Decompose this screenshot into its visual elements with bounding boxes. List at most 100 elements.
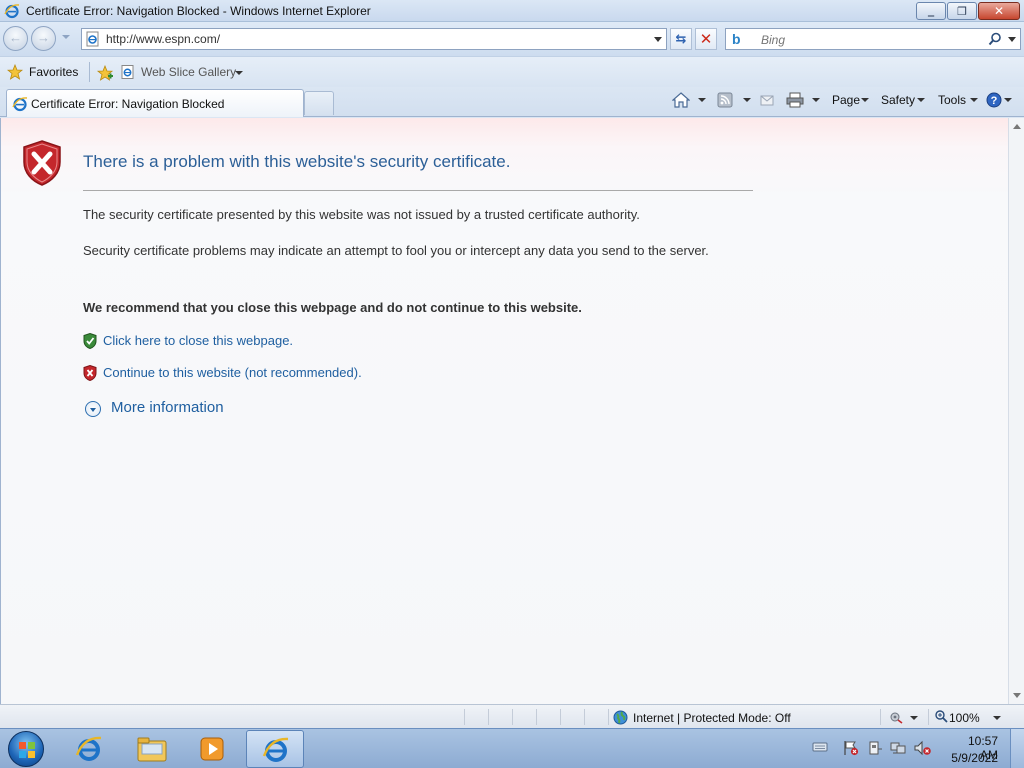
settings-dropdown-icon[interactable] [910,716,918,720]
tools-menu[interactable]: Tools [938,93,966,107]
back-arrow-icon: ← [9,30,22,45]
tools-dropdown-icon[interactable] [970,98,978,102]
favorites-separator [89,62,90,82]
feeds-dropdown-icon[interactable] [743,98,751,102]
web-slice-gallery-link[interactable]: Web Slice Gallery [141,65,236,79]
back-button[interactable]: ← [3,26,28,51]
zoom-icon[interactable] [935,710,948,723]
read-mail-icon[interactable] [759,92,775,108]
address-bar[interactable] [81,28,667,50]
action-center-flag-icon[interactable] [843,740,859,756]
recent-pages-dropdown[interactable] [62,35,70,39]
window-title: Certificate Error: Navigation Blocked - … [26,4,371,18]
refresh-icon: ⇆ [675,31,687,46]
internet-explorer-icon [262,737,289,762]
forward-arrow-icon: → [37,30,50,45]
taskbar-internet-explorer-active[interactable] [246,730,304,768]
new-tab-button[interactable] [304,91,334,115]
svg-text:?: ? [991,95,998,107]
tab-label: Certificate Error: Navigation Blocked [31,97,225,111]
feeds-icon[interactable] [717,92,733,108]
safely-remove-hardware-icon[interactable] [867,740,883,756]
expand-chevron-icon[interactable] [85,401,101,417]
page-menu[interactable]: Page [832,93,860,107]
status-bar: Internet | Protected Mode: Off 100% [0,704,1024,728]
web-slice-dropdown-icon[interactable] [235,71,243,75]
status-separator [464,709,465,725]
minimize-icon: ‗ [927,5,935,17]
internet-explorer-tab-icon [12,97,28,112]
taskbar-media-player[interactable] [184,730,242,768]
shield-error-small-icon [83,365,97,381]
restore-button[interactable]: ❐ [947,2,977,20]
status-separator [488,709,489,725]
title-divider [83,190,753,191]
start-button[interactable] [8,731,44,767]
status-separator [560,709,561,725]
status-separator [512,709,513,725]
keyboard-icon[interactable] [812,741,828,753]
scroll-down-icon[interactable] [1013,693,1021,698]
vertical-scrollbar[interactable] [1008,118,1024,704]
safety-dropdown-icon[interactable] [917,98,925,102]
stop-button[interactable]: ✕ [695,28,717,50]
scroll-up-icon[interactable] [1013,124,1021,129]
folder-icon [137,737,167,762]
shield-ok-icon [83,333,97,349]
internet-explorer-icon [75,736,102,761]
status-separator [584,709,585,725]
zoom-dropdown-icon[interactable] [993,716,1001,720]
internet-explorer-icon [4,4,20,19]
security-zone-text[interactable]: Internet | Protected Mode: Off [633,711,791,725]
page-content: There is a problem with this website's s… [0,118,1008,704]
media-player-icon [200,737,224,761]
status-separator [928,709,929,725]
more-information-link[interactable]: More information [111,399,224,416]
tab-certificate-error[interactable]: Certificate Error: Navigation Blocked [6,89,304,117]
close-webpage-link[interactable]: Click here to close this webpage. [103,333,293,348]
print-icon[interactable] [786,92,804,108]
taskbar: 10:57 AM 5/9/2022 [0,728,1024,768]
page-title: There is a problem with this website's s… [83,152,511,171]
clock-date[interactable]: 5/9/2022 [948,751,998,765]
show-desktop-button[interactable] [1010,729,1024,768]
status-separator [608,709,609,725]
close-window-button[interactable]: ✕ [978,2,1020,20]
search-dropdown-icon[interactable] [1008,37,1016,42]
shield-error-icon [23,140,61,186]
recommendation-text: We recommend that you close this webpage… [83,300,582,315]
stop-icon: ✕ [699,31,713,48]
window-controls: ‗ ❐ ✕ [915,2,1020,20]
minimize-button[interactable]: ‗ [916,2,946,20]
search-input[interactable] [761,32,981,48]
certificate-issue-text: The security certificate presented by th… [83,207,640,222]
zoom-level[interactable]: 100% [949,711,980,725]
refresh-button[interactable]: ⇆ [670,28,692,50]
page-icon [86,31,99,47]
favorites-star-icon [7,64,23,80]
continue-to-website-link[interactable]: Continue to this website (not recommende… [103,365,362,380]
restore-icon: ❐ [957,5,967,18]
internet-zone-globe-icon [613,710,628,725]
search-box[interactable]: b [725,28,1021,50]
add-to-favorites-bar-icon[interactable] [96,65,114,81]
safety-menu[interactable]: Safety [881,93,915,107]
print-dropdown-icon[interactable] [812,98,820,102]
home-icon[interactable] [672,92,690,108]
search-icon[interactable] [988,32,1002,46]
home-dropdown-icon[interactable] [698,98,706,102]
favorites-button[interactable]: Favorites [29,65,78,79]
help-dropdown-icon[interactable] [1004,98,1012,102]
help-icon[interactable]: ? [986,92,1002,108]
forward-button[interactable]: → [31,26,56,51]
tab-row: Certificate Error: Navigation Blocked [0,87,1024,117]
volume-muted-icon[interactable] [914,740,932,756]
taskbar-internet-explorer[interactable] [60,730,118,768]
page-dropdown-icon[interactable] [861,98,869,102]
close-icon: ✕ [993,4,1005,18]
protected-mode-settings-icon[interactable] [888,710,904,724]
taskbar-windows-explorer[interactable] [122,730,180,768]
address-input[interactable] [106,31,646,47]
network-icon[interactable] [890,740,906,756]
address-dropdown-icon[interactable] [654,37,662,42]
